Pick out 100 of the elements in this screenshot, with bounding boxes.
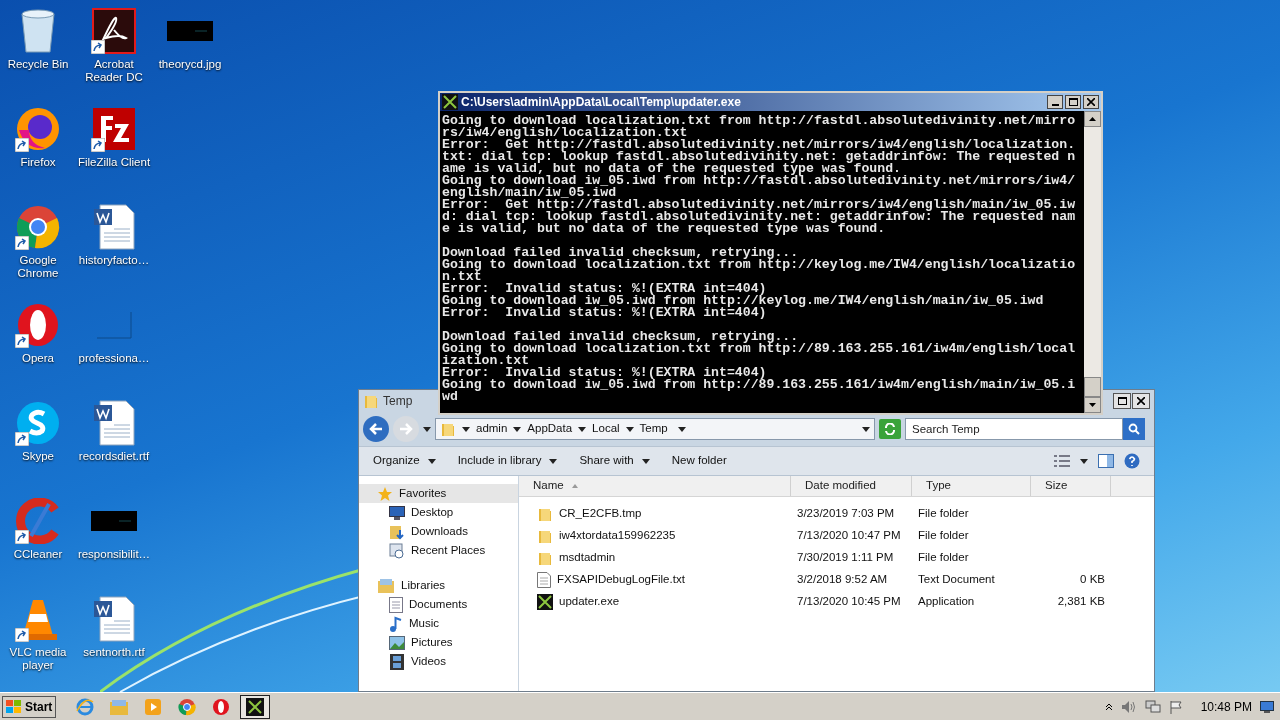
toolbar-button[interactable]: Include in library — [457, 452, 558, 470]
nav-item[interactable]: Desktop — [359, 503, 518, 522]
music-note-icon — [389, 615, 403, 632]
preview-pane-icon[interactable] — [1098, 454, 1114, 468]
search-button[interactable] — [1123, 418, 1145, 440]
scrollbar-thumb[interactable] — [1084, 377, 1101, 397]
help-icon[interactable] — [1124, 453, 1140, 469]
file-name[interactable]: iw4xtordata159962235 — [559, 527, 676, 545]
nav-item[interactable]: Downloads — [359, 522, 518, 541]
type-cell-text: Text Document — [917, 572, 996, 588]
desktop-icon-label[interactable]: Opera — [0, 352, 76, 365]
console-line: n.txt — [442, 271, 482, 283]
desktop-icon-label[interactable]: theorycd.jpg — [152, 58, 228, 71]
maximize-button[interactable] — [1113, 393, 1131, 409]
nav-group-item[interactable]: Favorites — [359, 484, 518, 503]
caret-icon — [427, 458, 436, 464]
nav-item[interactable]: Pictures — [359, 633, 518, 652]
caret-icon — [549, 458, 558, 464]
caret-icon — [625, 426, 634, 432]
ccleaner-icon — [15, 498, 61, 544]
show-desktop-icon[interactable] — [1260, 700, 1274, 713]
breadcrumb-item[interactable]: Temp — [639, 420, 668, 438]
desktop-icon-label[interactable]: Acrobat Reader DC — [76, 58, 152, 84]
desktop-icon-label[interactable]: sentnorth.rtf — [76, 646, 152, 659]
breadcrumb-item[interactable]: Local — [592, 420, 620, 438]
column-header[interactable]: Size — [1031, 476, 1111, 496]
minimize-button[interactable] — [1047, 95, 1063, 109]
nav-item[interactable]: Music — [359, 614, 518, 633]
monitor-icon — [389, 505, 405, 520]
console-line: Error: Get http://fastdl.absolutedivinity.net/mirrors/iw4/english/localization. — [442, 139, 1077, 151]
image-thumbnail-icon — [91, 511, 137, 531]
nav-item[interactable]: Documents — [359, 595, 518, 614]
address-bar[interactable]: admin AppData Local Temp — [435, 418, 875, 440]
column-header[interactable]: Date modified — [791, 476, 912, 496]
console-line: e is valid, but no data of the requested type was found. — [442, 223, 886, 235]
network-icon[interactable] — [1144, 699, 1161, 714]
desktop-icon-label[interactable]: Skype — [0, 450, 76, 463]
desktop-icon-label[interactable]: professiona… — [76, 352, 152, 365]
desktop-icon-label[interactable]: Firefox — [0, 156, 76, 169]
close-button[interactable] — [1083, 95, 1099, 109]
desktop-icon-label[interactable]: recordsdiet.rtf — [76, 450, 152, 463]
breadcrumb-item[interactable]: AppData — [527, 420, 573, 438]
sort-arrow-icon — [571, 484, 578, 488]
search-field[interactable]: Search Temp — [905, 418, 1123, 440]
start-button[interactable]: Start — [2, 695, 57, 718]
desktop-icon-label[interactable]: Recycle Bin — [0, 58, 76, 71]
desktop-icon-label[interactable]: responsibilit… — [76, 548, 152, 561]
chrome-icon — [178, 697, 197, 716]
nav-group-item[interactable]: Libraries — [359, 576, 518, 595]
speaker-icon[interactable] — [1120, 699, 1137, 714]
desktop-icon-label[interactable]: VLC media player — [0, 646, 76, 672]
nav-item[interactable]: Videos — [359, 652, 518, 671]
type-cell-text: File folder — [917, 528, 970, 544]
console-line: Error: Invalid status: %!(EXTRA int=404) — [442, 307, 767, 319]
console-line: Going to download localization.txt from http://89.163.255.161/iw4m/english/local — [442, 343, 1077, 355]
console-line: Going to download iw_05.iwd from http://keylog.me/IW4/english/main/iw_05.iwd — [442, 295, 1045, 307]
nav-item[interactable]: Recent Places — [359, 541, 518, 560]
toolbar-button[interactable]: Organize — [373, 452, 436, 470]
console-line: ization.txt — [442, 355, 530, 367]
caret-icon — [641, 458, 650, 464]
back-button[interactable] — [363, 416, 389, 442]
type-cell-text: File folder — [917, 550, 970, 566]
folder-icon — [440, 421, 456, 437]
download-folder-icon — [389, 523, 405, 540]
file-name[interactable]: msdtadmin — [559, 549, 616, 567]
maximize-button[interactable] — [1065, 95, 1081, 109]
console-line: Download failed invalid checksum, retrying... — [442, 247, 799, 259]
taskbar-app[interactable] — [240, 694, 271, 719]
date-cell-text: 7/13/2020 10:47 PM — [796, 528, 902, 544]
clock[interactable]: 10:48 PM — [1200, 697, 1252, 716]
file-name[interactable]: FXSAPIDebugLogFile.txt — [557, 571, 685, 589]
desktop-icon-label[interactable]: historyfacto… — [76, 254, 152, 267]
console-line: Going to download localization.txt from http://keylog.me/IW4/english/localizatio — [442, 259, 1077, 271]
file-name[interactable]: CR_E2CFB.tmp — [559, 505, 642, 523]
caret-icon — [1080, 458, 1088, 464]
breadcrumb-item[interactable]: admin — [476, 420, 508, 438]
file-name[interactable]: updater.exe — [559, 593, 620, 611]
app-icon — [246, 697, 265, 716]
column-header[interactable]: Name — [519, 476, 791, 496]
console-line: Error: Invalid status: %!(EXTRA int=404) — [442, 367, 767, 379]
desktop-icon-label[interactable]: CCleaner — [0, 548, 76, 561]
toolbar-button[interactable]: Share with — [579, 452, 650, 470]
window-title: Temp — [383, 393, 413, 410]
desktop-icon-label[interactable]: FileZilla Client — [76, 156, 152, 169]
view-options-icon[interactable] — [1054, 455, 1070, 467]
column-header[interactable]: Type — [912, 476, 1031, 496]
scrollbar[interactable] — [1084, 111, 1101, 413]
app-icon — [537, 594, 553, 610]
windows-logo-icon — [6, 699, 22, 714]
size-cell-text: 0 KB — [1080, 572, 1105, 588]
console-line: Error: Invalid status: %!(EXTRA int=404) — [442, 283, 767, 295]
desktop-icon-label[interactable]: Google Chrome — [0, 254, 76, 280]
close-button[interactable] — [1132, 393, 1150, 409]
chevron-up-icon[interactable] — [1104, 702, 1113, 711]
toolbar-button[interactable]: New folder — [671, 452, 727, 470]
console-line: Going to download localization.txt from http://fastdl.absolutedivinity.net/mirro — [442, 115, 1077, 127]
caret-icon — [578, 426, 587, 432]
flag-icon[interactable] — [1168, 699, 1183, 714]
refresh-button[interactable] — [879, 419, 901, 439]
caret-icon — [862, 426, 870, 432]
